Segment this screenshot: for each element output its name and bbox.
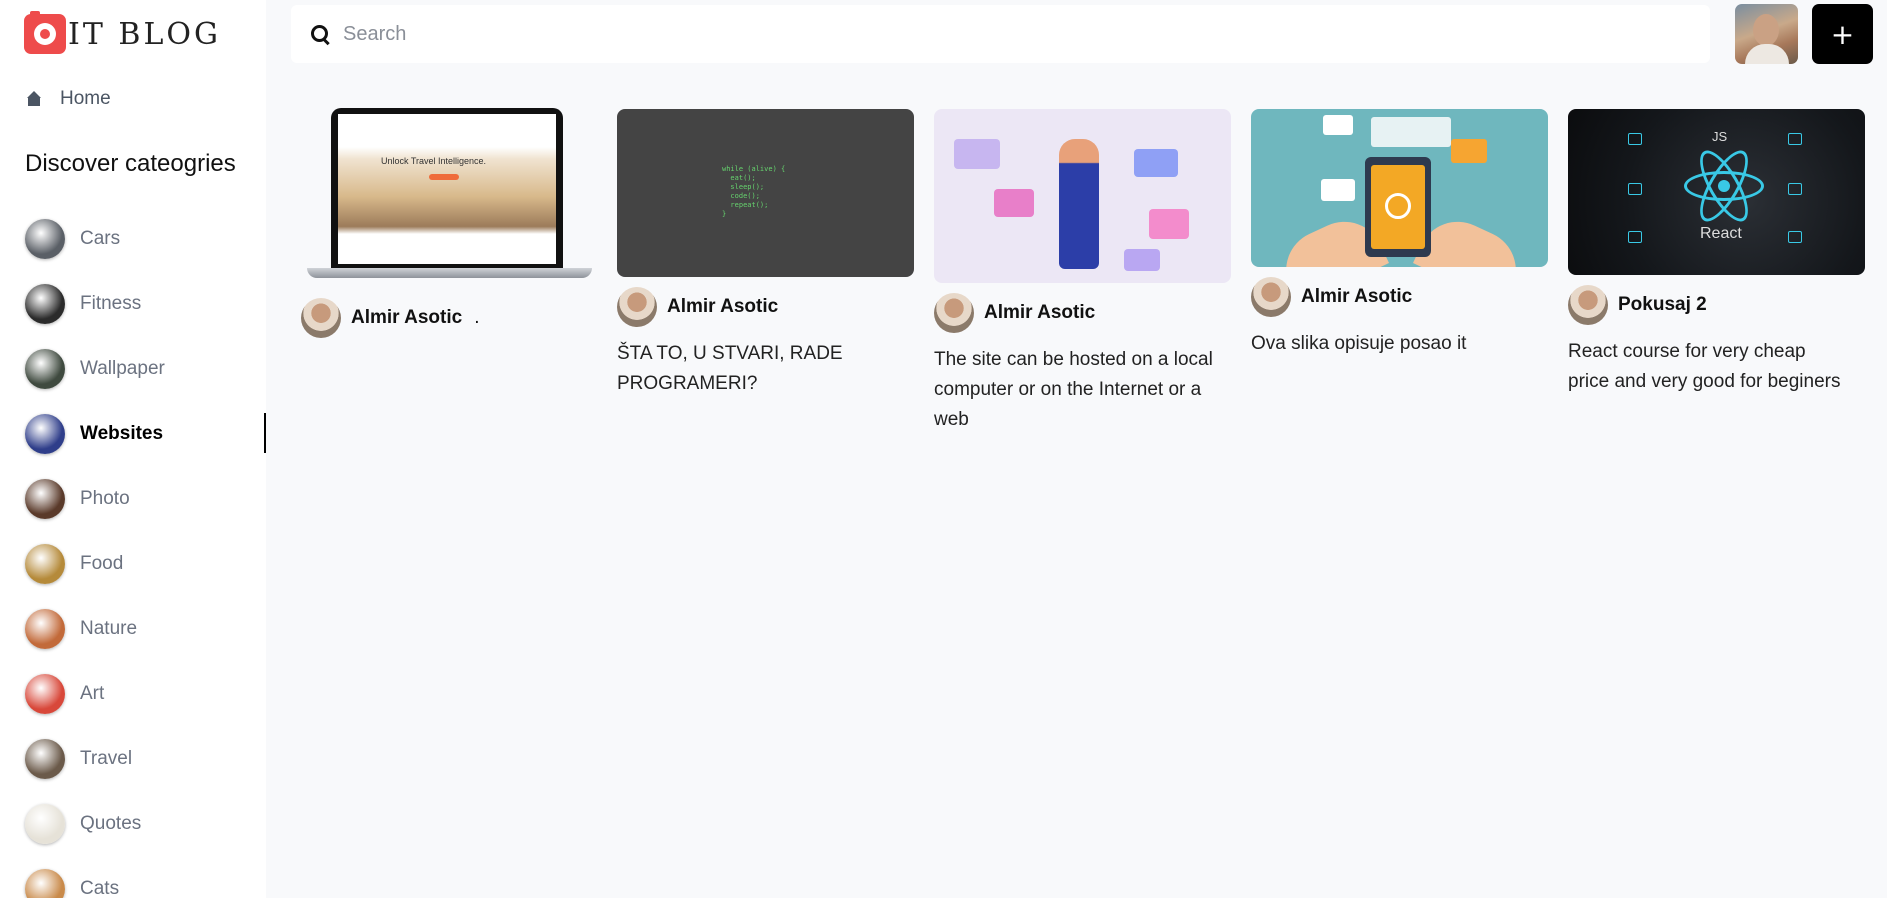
category-label: Nature	[80, 617, 138, 639]
sidebar-item-websites[interactable]: Websites	[25, 401, 266, 466]
pin-card[interactable]: Almir Asotic Ova slika opisuje posao it	[1251, 109, 1548, 359]
sidebar-item-photo[interactable]: Photo	[25, 466, 266, 531]
category-label: Fitness	[80, 292, 142, 314]
pin-description: ŠTA TO, U STVARI, RADE PROGRAMERI?	[617, 343, 843, 394]
pin-description: React course for very cheap price and ve…	[1568, 341, 1841, 392]
category-thumbnail	[25, 803, 65, 844]
category-thumbnail	[25, 283, 65, 324]
author-name: Almir Asotic	[667, 296, 779, 317]
sidebar-item-travel[interactable]: Travel	[25, 726, 266, 791]
pin-card[interactable]: Almir Asotic The site can be hosted on a…	[934, 109, 1231, 435]
add-pin-button[interactable]: +	[1812, 4, 1873, 64]
globe-icon	[1385, 193, 1411, 219]
pin-author[interactable]: Pokusaj 2	[1568, 285, 1865, 325]
pin-card[interactable]: React JS Pokusaj 2 React course for very…	[1568, 109, 1865, 397]
pin-author[interactable]: Almir Asotic	[617, 287, 914, 327]
category-label: Travel	[80, 747, 133, 769]
category-label: Food	[80, 552, 124, 574]
pin-image-headline: Unlock Travel Intelligence.	[381, 156, 487, 166]
category-label: Cats	[80, 877, 120, 898]
discover-categories-heading: Discover cateogries	[25, 150, 236, 177]
pin-card[interactable]: Unlock Travel Intelligence. Almir Asotic…	[301, 108, 598, 338]
illustration-person	[1059, 139, 1099, 269]
sidebar-item-quotes[interactable]: Quotes	[25, 791, 266, 856]
author-name: Almir Asotic	[1301, 286, 1413, 307]
js-label: JS	[1712, 129, 1728, 144]
category-thumbnail	[25, 738, 65, 779]
sidebar-item-nature[interactable]: Nature	[25, 596, 266, 661]
category-thumbnail	[25, 348, 65, 389]
category-thumbnail	[25, 478, 65, 519]
pin-description: Ova slika opisuje posao it	[1251, 333, 1467, 354]
sidebar-item-cars[interactable]: Cars	[25, 206, 266, 271]
category-label: Websites	[80, 422, 164, 444]
category-thumbnail	[25, 868, 65, 898]
home-label: Home	[60, 88, 111, 109]
pin-image[interactable]: Unlock Travel Intelligence.	[301, 108, 598, 288]
author-avatar	[934, 293, 974, 333]
search-input[interactable]	[343, 22, 1643, 46]
author-name: Almir Asotic	[984, 302, 1096, 323]
sidebar: IT BLOG Home Discover cateogries Cars Fit…	[0, 0, 266, 898]
react-label: React	[1700, 225, 1742, 242]
pin-description: The site can be hosted on a local comput…	[934, 349, 1213, 430]
author-name: Pokusaj 2	[1618, 294, 1707, 315]
sidebar-item-art[interactable]: Art	[25, 661, 266, 726]
logo-text: IT BLOG	[68, 16, 221, 52]
category-thumbnail	[25, 673, 65, 714]
pin-image-code: while (alive) { eat(); sleep(); code(); …	[722, 165, 786, 218]
sidebar-item-fitness[interactable]: Fitness	[25, 271, 266, 336]
logo[interactable]: IT BLOG	[24, 11, 221, 54]
pin-author[interactable]: Almir Asotic	[934, 293, 1231, 333]
category-label: Cars	[80, 227, 121, 249]
author-suffix: .	[474, 307, 480, 328]
pin-author[interactable]: Almir Asotic	[1251, 277, 1548, 317]
category-thumbnail	[25, 413, 65, 454]
search-bar[interactable]	[291, 5, 1710, 63]
author-avatar	[1251, 277, 1291, 317]
author-avatar	[301, 298, 341, 338]
category-label: Photo	[80, 487, 130, 509]
search-icon	[309, 23, 331, 45]
pin-image[interactable]	[1251, 109, 1548, 267]
category-label: Quotes	[80, 812, 142, 834]
author-avatar	[617, 287, 657, 327]
sidebar-item-wallpaper[interactable]: Wallpaper	[25, 336, 266, 401]
pin-card[interactable]: while (alive) { eat(); sleep(); code(); …	[617, 109, 914, 399]
category-thumbnail	[25, 543, 65, 584]
user-avatar[interactable]	[1735, 4, 1798, 64]
category-thumbnail	[25, 608, 65, 649]
pin-author[interactable]: Almir Asotic .	[301, 298, 598, 338]
pin-image[interactable]	[934, 109, 1231, 283]
category-label: Wallpaper	[80, 357, 165, 379]
author-name: Almir Asotic	[351, 307, 463, 328]
category-thumbnail	[25, 218, 65, 259]
home-icon	[26, 91, 42, 107]
sidebar-item-home[interactable]: Home	[26, 84, 111, 114]
sidebar-item-cats[interactable]: Cats	[25, 856, 266, 898]
sidebar-item-food[interactable]: Food	[25, 531, 266, 596]
pin-image[interactable]: React JS	[1568, 109, 1865, 275]
camera-logo-icon	[24, 11, 66, 54]
pin-image[interactable]: while (alive) { eat(); sleep(); code(); …	[617, 109, 914, 277]
author-avatar	[1568, 285, 1608, 325]
react-logo-icon	[1718, 180, 1730, 192]
category-label: Art	[80, 682, 105, 704]
category-list: Cars Fitness Wallpaper Websites Photo Food Nat…	[25, 206, 266, 898]
